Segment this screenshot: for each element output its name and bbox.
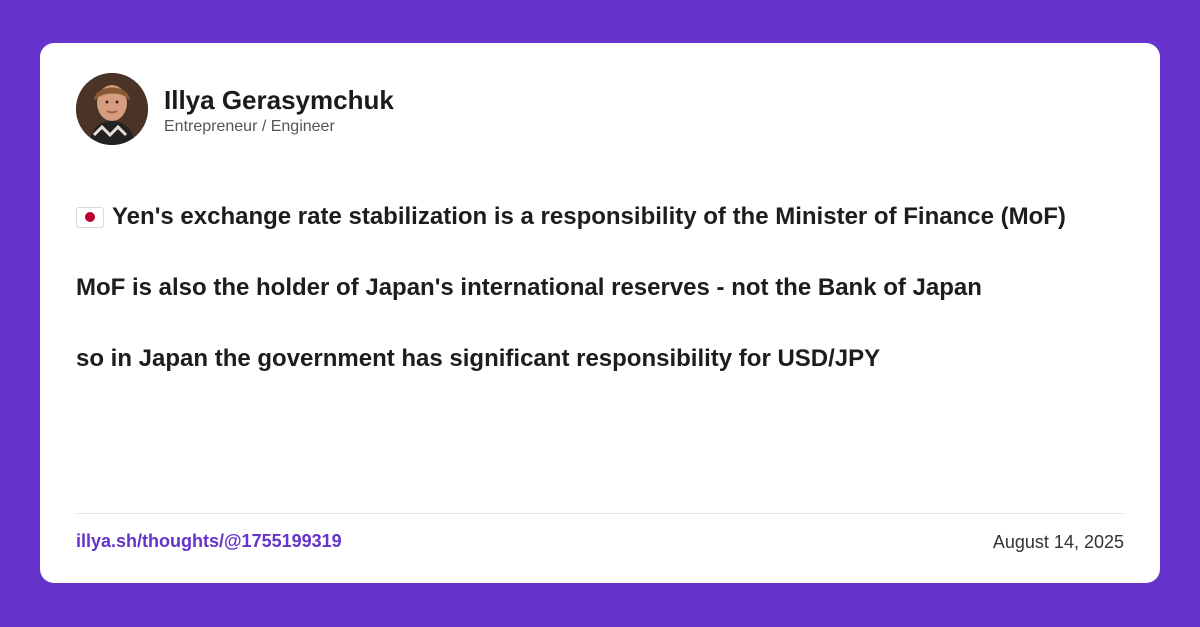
post-date: August 14, 2025 bbox=[992, 532, 1124, 552]
post-line-1-text: Yen's exchange rate stabilization is a r… bbox=[112, 203, 1066, 230]
author-name: Illya Gerasymchuk bbox=[164, 85, 394, 115]
post-link[interactable]: illya.sh/thoughts/@1755199319 bbox=[76, 530, 342, 552]
post-line-3: so in Japan the government has significa… bbox=[76, 341, 1136, 377]
avatar[interactable] bbox=[76, 73, 148, 145]
japan-flag-icon bbox=[76, 206, 104, 228]
post-line-3-text: so in Japan the government has significa… bbox=[76, 345, 881, 372]
footer-divider bbox=[76, 513, 1124, 514]
post-line-2: MoF is also the holder of Japan's intern… bbox=[76, 270, 1136, 306]
author-title: Entrepreneur / Engineer bbox=[164, 118, 335, 135]
post-line-2-text: MoF is also the holder of Japan's intern… bbox=[76, 274, 982, 301]
post-card: Illya Gerasymchuk Entrepreneur / Enginee… bbox=[40, 43, 1160, 583]
post-content: Yen's exchange rate stabilization is a r… bbox=[76, 199, 1136, 412]
post-line-1: Yen's exchange rate stabilization is a r… bbox=[76, 199, 1136, 235]
